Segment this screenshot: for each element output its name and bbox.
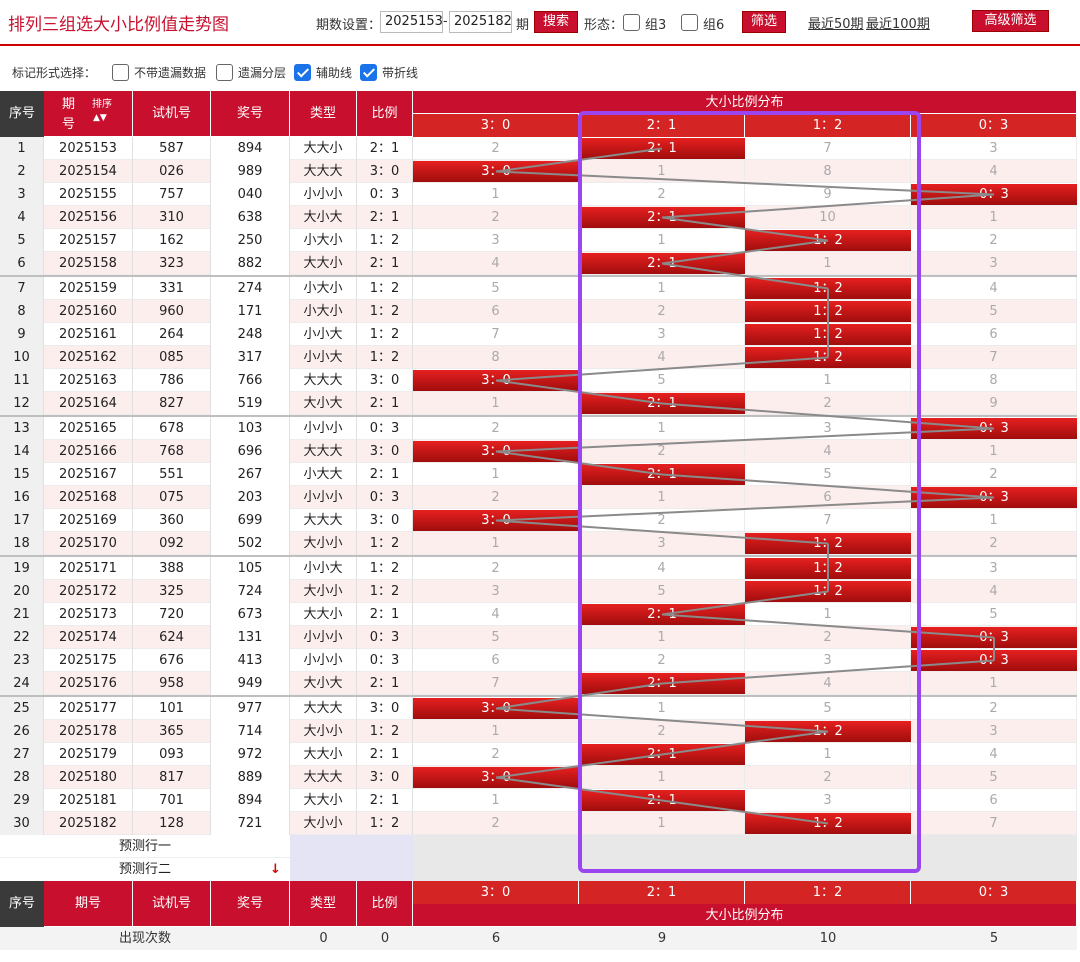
trend-line-overlay xyxy=(495,111,995,873)
trend-line-segment xyxy=(661,590,829,616)
trend-line-segment xyxy=(661,613,995,639)
trend-line-segment xyxy=(495,519,829,545)
trend-line-segment xyxy=(661,402,995,430)
trend-line-segment xyxy=(661,659,995,685)
highlight-box xyxy=(578,111,921,873)
trend-line-segment xyxy=(661,262,829,290)
trend-line-segment xyxy=(661,239,829,265)
trend-line-segment xyxy=(661,730,829,756)
trend-line-segment xyxy=(661,473,995,499)
trend-line-segment xyxy=(661,799,829,825)
trend-line-segment xyxy=(661,193,995,219)
trend-line-segment xyxy=(495,356,829,382)
trend-line-segment xyxy=(495,707,829,733)
trend-line-segment xyxy=(661,216,829,242)
trend-table: 序号期号排序 ▲▼ 试机号 奖号 类型 比例 大小比例分布 3：0 2：1 1：2 0：3 1 2025… xyxy=(0,0,1080,962)
